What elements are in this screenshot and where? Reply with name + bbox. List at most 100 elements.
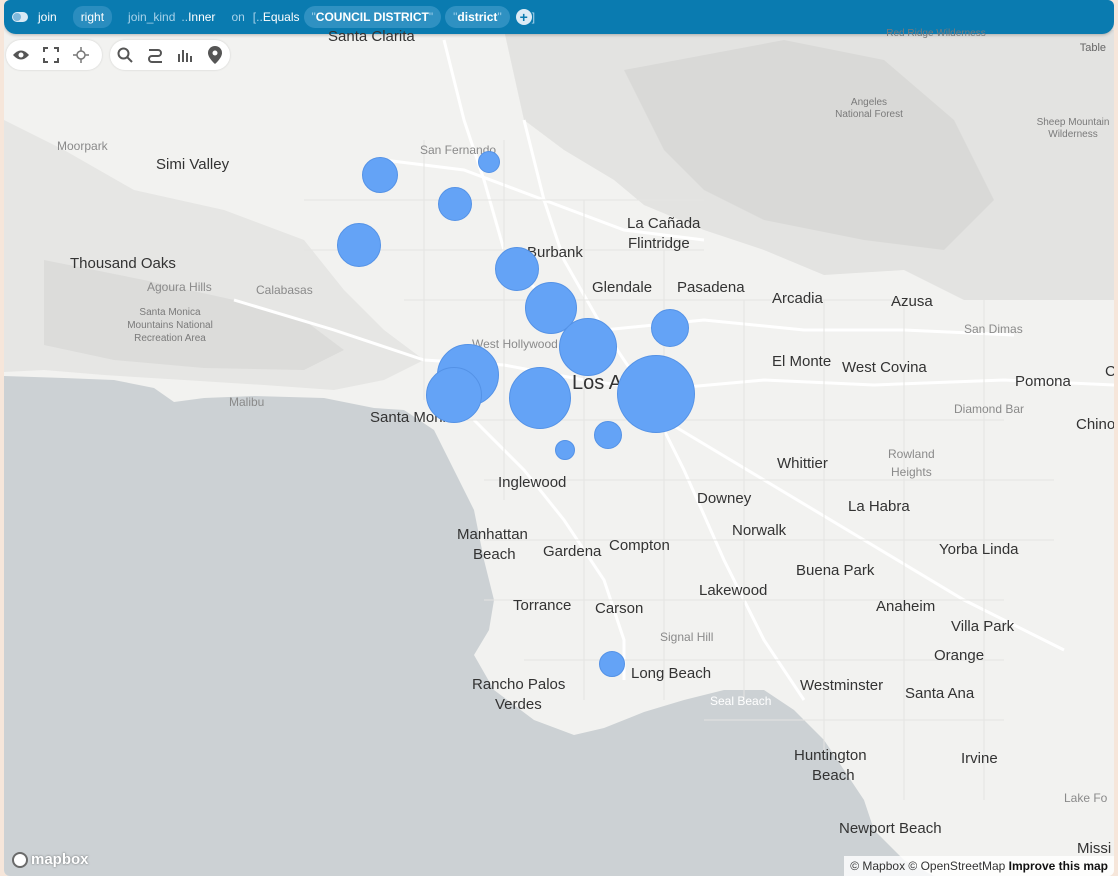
left-field-tag[interactable]: " COUNCIL DISTRICT " — [303, 6, 442, 28]
place-label: Azusa — [891, 293, 933, 310]
place-label: Anaheim — [876, 598, 936, 615]
place-label: El Monte — [772, 353, 832, 370]
join-label: join — [38, 10, 57, 24]
right-field-name: district — [457, 10, 498, 24]
join-kind-segment[interactable]: join_kind .. Inner — [120, 0, 223, 34]
district-bubble[interactable] — [599, 651, 625, 677]
place-label: Buena Park — [796, 562, 875, 579]
place-label: Long Beach — [631, 665, 712, 682]
map-frame[interactable]: join right join_kind .. Inner on [.. Equ… — [4, 0, 1114, 876]
district-bubble[interactable] — [362, 157, 398, 193]
join-kind-ellipsis: .. — [181, 10, 189, 24]
search-icon[interactable] — [110, 40, 140, 70]
place-label: Newport Beach — [839, 820, 942, 837]
place-label: Diamond Bar — [954, 402, 1025, 416]
place-label: Red Ridge Wilderness — [886, 28, 986, 39]
improve-map-link[interactable]: Improve this map — [1009, 859, 1108, 873]
attribution: © Mapbox © OpenStreetMap Improve this ma… — [844, 856, 1114, 876]
eye-icon[interactable] — [6, 40, 36, 70]
place-label: Santa Clarita — [328, 28, 415, 45]
district-bubble[interactable] — [426, 367, 482, 423]
histogram-icon[interactable] — [170, 40, 200, 70]
place-label: Manhattan — [457, 526, 528, 543]
district-bubble[interactable] — [478, 151, 500, 173]
district-bubble[interactable] — [559, 318, 617, 376]
table-toggle[interactable]: Table — [1080, 42, 1106, 54]
place-label: Pasadena — [677, 279, 745, 296]
map-tools — [110, 40, 230, 70]
place-label: Rancho Palos — [472, 676, 566, 693]
district-bubble[interactable] — [438, 187, 472, 221]
place-label: Norwalk — [732, 522, 787, 539]
place-label: Downey — [697, 490, 752, 507]
place-label: Glendale — [592, 279, 653, 296]
place-label: Simi Valley — [156, 156, 230, 173]
place-label: Lakewood — [699, 582, 768, 599]
place-label: Westminster — [800, 677, 884, 694]
place-label: Chino — [1076, 416, 1114, 433]
mapbox-logo-text: mapbox — [31, 851, 89, 868]
right-field-close-quote: " — [497, 10, 502, 24]
place-label: Yorba Linda — [939, 541, 1019, 558]
place-label: Pomona — [1015, 373, 1071, 390]
place-label: National Forest — [835, 109, 903, 120]
place-label: West Covina — [842, 359, 927, 376]
join-kind-label: join_kind — [128, 10, 176, 24]
place-label: Verdes — [495, 696, 542, 713]
pin-icon[interactable] — [200, 40, 230, 70]
attribution-text[interactable]: © Mapbox © OpenStreetMap — [850, 859, 1005, 873]
place-label: Agoura Hills — [147, 280, 212, 294]
district-bubble[interactable] — [555, 440, 575, 460]
mapbox-logo[interactable]: mapbox — [12, 851, 89, 868]
on-label: on — [231, 10, 245, 24]
district-bubble[interactable] — [509, 367, 571, 429]
place-label: Beach — [473, 546, 516, 563]
place-label: Los A — [572, 372, 623, 394]
district-bubble[interactable] — [617, 355, 695, 433]
place-label: Whittier — [777, 455, 828, 472]
place-label: Moorpark — [57, 139, 108, 153]
right-segment[interactable]: right — [65, 0, 120, 34]
add-condition-icon[interactable]: + — [515, 9, 532, 25]
place-label: La Cañada — [627, 215, 701, 232]
place-label: Calabasas — [256, 283, 313, 297]
join-kind-value[interactable]: Inner — [188, 10, 215, 24]
place-label: Inglewood — [498, 474, 567, 491]
equals-label[interactable]: Equals — [263, 10, 300, 24]
place-label: Wilderness — [1048, 129, 1098, 140]
district-bubble[interactable] — [594, 421, 622, 449]
place-label: Thousand Oaks — [70, 255, 176, 272]
district-bubble[interactable] — [495, 247, 539, 291]
route-icon[interactable] — [140, 40, 170, 70]
left-field-name: COUNCIL DISTRICT — [315, 10, 429, 24]
expand-icon[interactable] — [36, 40, 66, 70]
place-label: Villa Park — [951, 618, 1015, 635]
base-map[interactable] — [4, 0, 1114, 876]
place-label: Santa Ana — [905, 685, 975, 702]
place-label: Mountains National — [127, 320, 213, 331]
on-close-bracket: ] — [531, 10, 536, 24]
place-label: Irvine — [961, 750, 998, 767]
place-label: Carson — [595, 600, 644, 617]
place-label: C — [1105, 363, 1114, 380]
join-toggle[interactable] — [12, 12, 28, 22]
place-label: Seal Beach — [710, 694, 772, 708]
place-label: Heights — [891, 465, 932, 479]
place-label: Angeles — [850, 97, 888, 108]
place-label: Missi — [1077, 840, 1112, 857]
place-label: Huntington — [794, 747, 867, 764]
place-label: Recreation Area — [134, 333, 206, 344]
right-field-tag[interactable]: " district " — [445, 6, 510, 28]
place-label: La Habra — [848, 498, 910, 515]
place-label: San Dimas — [964, 322, 1023, 336]
view-tools — [6, 40, 102, 70]
place-label: Sheep Mountain — [1036, 117, 1110, 128]
join-segment[interactable]: join — [4, 0, 65, 34]
right-pill[interactable]: right — [72, 6, 113, 28]
district-bubble[interactable] — [651, 309, 689, 347]
on-open-bracket: [.. — [252, 10, 263, 24]
locate-icon[interactable] — [66, 40, 96, 70]
place-label: Beach — [812, 767, 855, 784]
district-bubble[interactable] — [337, 223, 381, 267]
place-label: Orange — [934, 647, 985, 664]
